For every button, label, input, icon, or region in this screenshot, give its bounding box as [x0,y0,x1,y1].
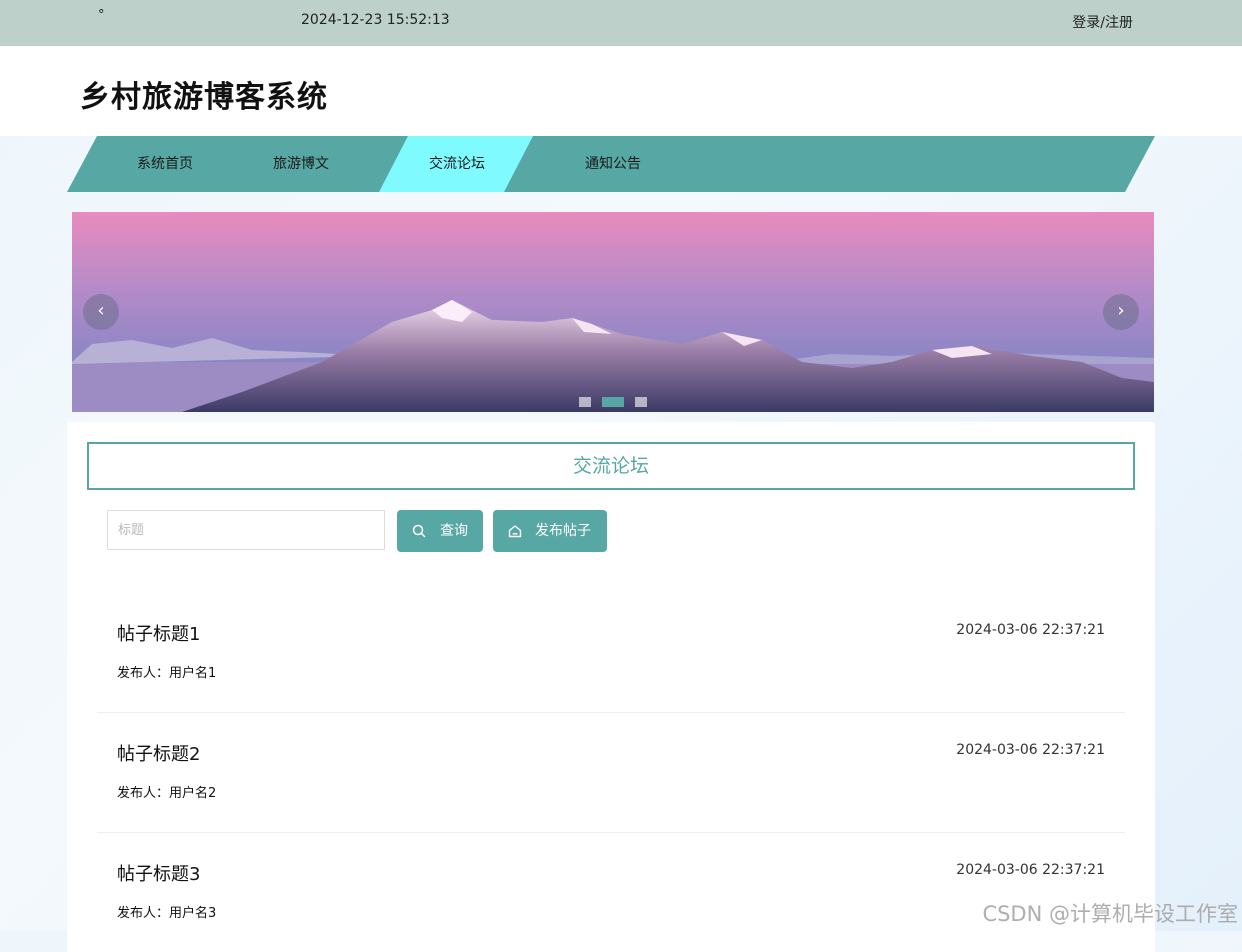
banner-carousel: ‹ › [72,212,1154,412]
top-bar: ° 2024-12-23 15:52:13 登录/注册 [0,0,1242,46]
search-icon [412,524,426,538]
new-post-button-label: 发布帖子 [535,523,591,539]
post-author: 发布人：用户名2 [117,786,217,801]
nav-item-notice[interactable]: 通知公告 [573,136,653,192]
post-date: 2024-03-06 22:37:21 [956,862,1105,878]
post-list-item[interactable]: 帖子标题1 2024-03-06 22:37:21 发布人：用户名1 [97,592,1125,713]
carousel-dot[interactable] [635,397,648,407]
mountain-banner-image [72,212,1154,412]
login-register-link[interactable]: 登录/注册 [1072,12,1133,32]
watermark: CSDN @计算机毕设工作室 [982,902,1238,926]
carousel-next-button[interactable]: › [1103,294,1139,330]
new-post-button[interactable]: 发布帖子 [493,510,607,552]
carousel-dot[interactable] [579,397,591,407]
post-date: 2024-03-06 22:37:21 [956,622,1105,638]
post-title[interactable]: 帖子标题2 [117,740,200,766]
post-author: 发布人：用户名3 [117,906,217,921]
search-button-label: 查询 [440,523,468,539]
post-date: 2024-03-06 22:37:21 [956,742,1105,758]
carousel-dot-active[interactable] [602,397,625,407]
nav-item-forum[interactable]: 交流论坛 [417,136,497,192]
post-list-item[interactable]: 帖子标题3 2024-03-06 22:37:21 发布人：用户名3 [97,832,1125,952]
nav-item-home[interactable]: 系统首页 [125,136,205,192]
home-icon [508,525,522,538]
chevron-right-icon: › [1117,300,1125,321]
topbar-dot: ° [98,8,105,23]
carousel-indicators [579,397,653,407]
search-button[interactable]: 查询 [397,510,483,552]
site-title: 乡村旅游博客系统 [80,80,328,115]
post-author: 发布人：用户名1 [117,666,217,681]
nav-item-blog[interactable]: 旅游博文 [261,136,341,192]
forum-title: 交流论坛 [87,442,1135,490]
post-list-item[interactable]: 帖子标题2 2024-03-06 22:37:21 发布人：用户名2 [97,712,1125,833]
carousel-prev-button[interactable]: ‹ [83,294,119,330]
post-title[interactable]: 帖子标题3 [117,860,200,886]
main-nav: 系统首页 旅游博文 交流论坛 通知公告 [67,136,1155,192]
forum-panel: 交流论坛 查询 发布帖子 帖子标题1 2024-03-06 22:37:21 发… [67,422,1155,952]
chevron-left-icon: ‹ [97,300,105,321]
current-datetime: 2024-12-23 15:52:13 [301,12,450,28]
title-search-input[interactable] [107,510,385,550]
site-header: 乡村旅游博客系统 [0,46,1242,136]
post-title[interactable]: 帖子标题1 [117,620,200,646]
